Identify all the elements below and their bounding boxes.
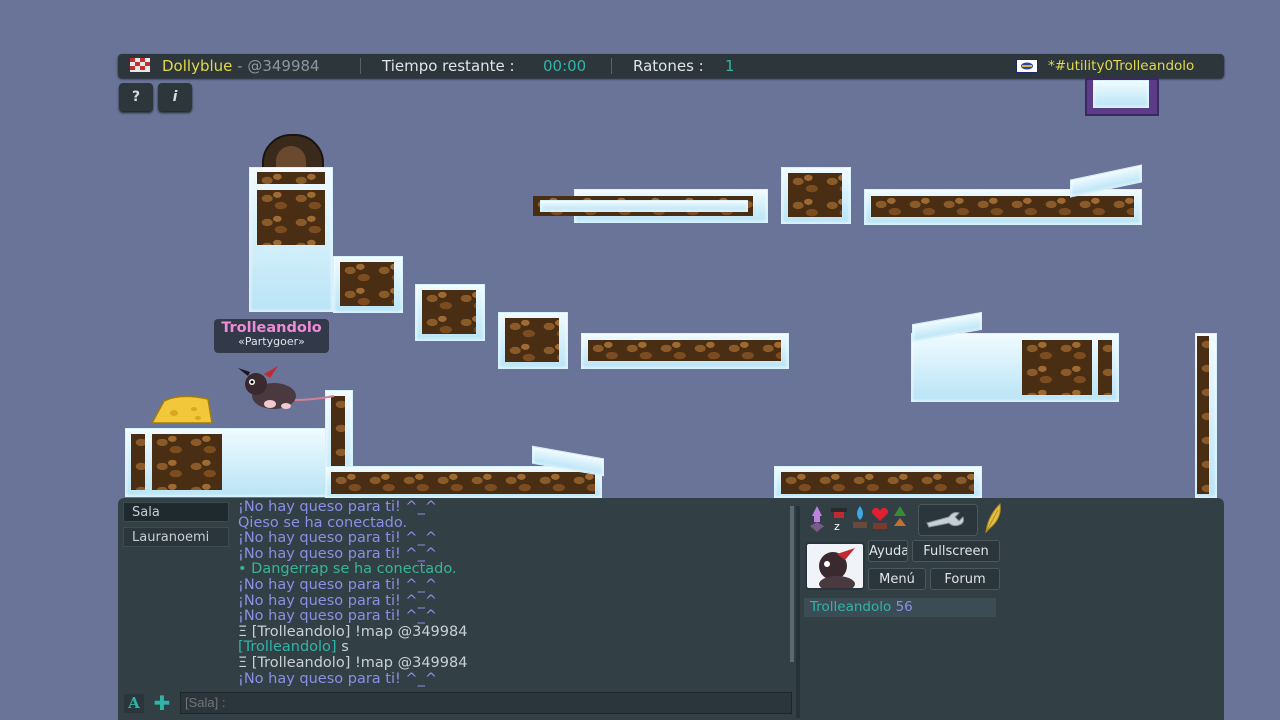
name-separator: -: [232, 57, 248, 75]
heart-icon[interactable]: [870, 505, 890, 537]
chat-tab-sala[interactable]: Sala: [123, 502, 229, 522]
dirt-ground: [257, 190, 325, 245]
add-chat-button[interactable]: ✚: [150, 692, 174, 714]
mouse-player-icon: [234, 366, 344, 422]
svg-text:z: z: [834, 520, 840, 533]
mice-value: 1: [725, 57, 735, 75]
fullscreen-button[interactable]: Fullscreen: [912, 540, 1000, 562]
chat-line: [Trolleandolo] s: [238, 640, 788, 656]
dirt-ground: [152, 434, 222, 490]
wrench-icon: [926, 512, 964, 528]
font-size-button[interactable]: A: [124, 694, 144, 713]
player-score-row[interactable]: Trolleandolo 56: [804, 598, 996, 617]
help-button[interactable]: ?: [119, 83, 153, 111]
dirt-ground: [788, 173, 842, 217]
player-tag: Trolleandolo «Partygoer»: [214, 319, 329, 353]
feather-icon[interactable]: [982, 502, 1004, 538]
chat-line: Ξ [Trolleandolo] !map @349984: [238, 623, 468, 640]
dirt-ground: [331, 472, 595, 494]
chat-line: ¡No hay queso para ti! ^_^: [238, 530, 437, 547]
score-player-name: Trolleandolo: [810, 599, 892, 615]
player-tag-name: Trolleandolo: [221, 320, 322, 336]
top-status-bar: Dollyblue - @349984 Tiempo restante : 00…: [118, 54, 1224, 78]
divider: [611, 58, 612, 74]
dirt-ground: [781, 472, 974, 494]
dirt-ground: [505, 318, 559, 362]
chat-line: Ξ [Trolleandolo] !map @349984: [238, 654, 468, 671]
mice-label: Ratones :: [633, 57, 704, 75]
chat-log: ¡No hay queso para ti! ^_^ Qieso se ha c…: [238, 499, 788, 687]
chat-scrollbar[interactable]: [790, 506, 794, 662]
map-code[interactable]: @349984: [247, 57, 319, 75]
chat-line: ¡No hay queso para ti! ^_^: [238, 576, 437, 593]
chat-line: ¡No hay queso para ti! ^_^: [238, 670, 437, 687]
player-name: Dollyblue: [162, 57, 233, 75]
settings-button[interactable]: [918, 504, 978, 536]
avatar[interactable]: [805, 542, 865, 590]
dirt-ground: [257, 172, 325, 184]
flag-icon: [130, 58, 150, 76]
dirt-ground: [1098, 340, 1112, 395]
chat-author[interactable]: [Trolleandolo]: [238, 639, 337, 656]
room-name: *#utility0Trolleandolo: [1048, 58, 1195, 74]
panel-divider: [796, 506, 800, 718]
divider: [360, 58, 361, 74]
tree-icon[interactable]: [890, 504, 910, 536]
chat-line: ¡No hay queso para ti! ^_^: [238, 608, 437, 625]
player-tag-title: «Partygoer»: [238, 335, 305, 348]
shaman-icon[interactable]: [806, 504, 828, 538]
dirt-ground: [588, 340, 781, 361]
cheese-icon: [150, 393, 214, 429]
help-menu-button[interactable]: Ayuda: [868, 540, 908, 562]
chat-input[interactable]: [180, 692, 792, 714]
dirt-ground: [1022, 340, 1092, 395]
dirt-wall: [1197, 336, 1209, 494]
dirt-ground: [871, 196, 1134, 217]
time-value: 00:00: [543, 57, 587, 75]
chat-line: ¡No hay queso para ti! ^_^: [238, 592, 437, 609]
dirt-ground: [131, 434, 145, 490]
room-flag-icon: [1016, 59, 1038, 77]
hat-icon[interactable]: z: [829, 506, 849, 538]
chat-line: Qieso se ha conectado.: [238, 514, 408, 531]
chat-tab-lauranoemi[interactable]: Lauranoemi: [123, 527, 229, 547]
chat-line: ¡No hay queso para ti! ^_^: [238, 499, 437, 515]
chat-text: s: [336, 639, 349, 656]
dirt-ground: [340, 262, 394, 306]
time-label: Tiempo restante :: [382, 57, 515, 75]
score-value: 56: [895, 599, 913, 615]
forum-button[interactable]: Forum: [930, 568, 1000, 590]
dirt-ground: [422, 290, 476, 334]
ice-block: [1093, 80, 1149, 108]
map-portal: [1085, 78, 1159, 116]
info-button[interactable]: i: [158, 83, 192, 111]
chat-line: ¡No hay queso para ti! ^_^: [238, 545, 437, 562]
water-drop-icon[interactable]: [850, 504, 870, 536]
chat-line: • Dangerrap se ha conectado.: [238, 561, 457, 578]
menu-button[interactable]: Menú: [868, 568, 926, 590]
ice-platform: [540, 200, 748, 212]
